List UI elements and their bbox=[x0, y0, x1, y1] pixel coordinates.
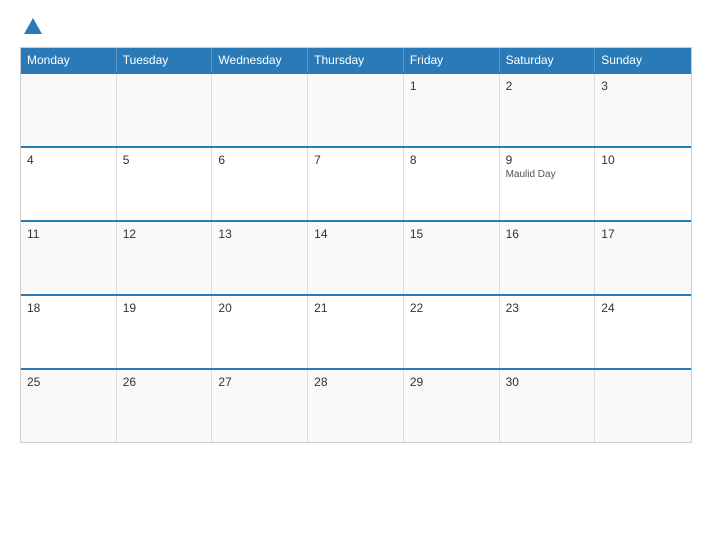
calendar-cell: 24 bbox=[595, 296, 691, 368]
header-cell-sunday: Sunday bbox=[595, 48, 691, 72]
calendar-cell: 9 Maulid Day bbox=[500, 148, 596, 220]
calendar-cell: 11 bbox=[21, 222, 117, 294]
header-cell-thursday: Thursday bbox=[308, 48, 404, 72]
day-number: 5 bbox=[123, 153, 206, 167]
calendar-cell: 1 bbox=[404, 74, 500, 146]
calendar-cell: 28 bbox=[308, 370, 404, 442]
calendar-week-2: 456789 Maulid Day 10 bbox=[21, 146, 691, 220]
day-number: 26 bbox=[123, 375, 206, 389]
calendar-cell: 27 bbox=[212, 370, 308, 442]
day-number: 4 bbox=[27, 153, 110, 167]
calendar-cell: 16 bbox=[500, 222, 596, 294]
calendar-cell: 8 bbox=[404, 148, 500, 220]
calendar-cell: 23 bbox=[500, 296, 596, 368]
calendar-cell: 2 bbox=[500, 74, 596, 146]
calendar-cell: 13 bbox=[212, 222, 308, 294]
calendar-cell: 20 bbox=[212, 296, 308, 368]
calendar-cell: 19 bbox=[117, 296, 213, 368]
day-number: 13 bbox=[218, 227, 301, 241]
day-number: 30 bbox=[506, 375, 589, 389]
calendar-cell: 14 bbox=[308, 222, 404, 294]
day-number: 12 bbox=[123, 227, 206, 241]
day-number: 19 bbox=[123, 301, 206, 315]
calendar-page: MondayTuesdayWednesdayThursdayFridaySatu… bbox=[0, 0, 712, 550]
day-number: 3 bbox=[601, 79, 685, 93]
calendar-cell: 15 bbox=[404, 222, 500, 294]
calendar-header-row: MondayTuesdayWednesdayThursdayFridaySatu… bbox=[21, 48, 691, 72]
calendar-week-4: 18 19 20 21 22 23 24 bbox=[21, 294, 691, 368]
calendar-cell bbox=[117, 74, 213, 146]
calendar-cell bbox=[308, 74, 404, 146]
day-number: 23 bbox=[506, 301, 589, 315]
header-cell-saturday: Saturday bbox=[500, 48, 596, 72]
calendar-week-3: 11 12 13 14 15 16 17 bbox=[21, 220, 691, 294]
calendar-cell: 30 bbox=[500, 370, 596, 442]
calendar-cell: 22 bbox=[404, 296, 500, 368]
day-number: 1 bbox=[410, 79, 493, 93]
day-number: 22 bbox=[410, 301, 493, 315]
page-header bbox=[20, 15, 692, 37]
day-number: 14 bbox=[314, 227, 397, 241]
holiday-label: Maulid Day bbox=[506, 169, 589, 180]
day-number: 11 bbox=[27, 227, 110, 241]
calendar-cell bbox=[212, 74, 308, 146]
day-number: 10 bbox=[601, 153, 685, 167]
calendar-grid: MondayTuesdayWednesdayThursdayFridaySatu… bbox=[20, 47, 692, 443]
calendar-cell: 4 bbox=[21, 148, 117, 220]
day-number: 27 bbox=[218, 375, 301, 389]
day-number: 2 bbox=[506, 79, 589, 93]
calendar-cell: 10 bbox=[595, 148, 691, 220]
calendar-cell: 6 bbox=[212, 148, 308, 220]
calendar-cell: 21 bbox=[308, 296, 404, 368]
calendar-cell bbox=[21, 74, 117, 146]
day-number: 6 bbox=[218, 153, 301, 167]
header-cell-wednesday: Wednesday bbox=[212, 48, 308, 72]
day-number: 8 bbox=[410, 153, 493, 167]
calendar-cell: 29 bbox=[404, 370, 500, 442]
calendar-cell: 3 bbox=[595, 74, 691, 146]
day-number: 7 bbox=[314, 153, 397, 167]
header-cell-monday: Monday bbox=[21, 48, 117, 72]
day-number: 25 bbox=[27, 375, 110, 389]
day-number: 29 bbox=[410, 375, 493, 389]
day-number: 9 bbox=[506, 153, 589, 167]
day-number: 28 bbox=[314, 375, 397, 389]
day-number: 21 bbox=[314, 301, 397, 315]
calendar-week-5: 25 26 27 28 29 30 bbox=[21, 368, 691, 442]
calendar-cell: 25 bbox=[21, 370, 117, 442]
calendar-cell: 5 bbox=[117, 148, 213, 220]
calendar-week-1: 123 bbox=[21, 72, 691, 146]
day-number: 18 bbox=[27, 301, 110, 315]
calendar-cell bbox=[595, 370, 691, 442]
day-number: 15 bbox=[410, 227, 493, 241]
header-cell-tuesday: Tuesday bbox=[117, 48, 213, 72]
day-number: 20 bbox=[218, 301, 301, 315]
calendar-cell: 7 bbox=[308, 148, 404, 220]
day-number: 24 bbox=[601, 301, 685, 315]
calendar-cell: 12 bbox=[117, 222, 213, 294]
calendar-cell: 17 bbox=[595, 222, 691, 294]
day-number: 17 bbox=[601, 227, 685, 241]
logo-icon bbox=[22, 15, 44, 37]
header-cell-friday: Friday bbox=[404, 48, 500, 72]
day-number: 16 bbox=[506, 227, 589, 241]
calendar-cell: 18 bbox=[21, 296, 117, 368]
logo bbox=[20, 15, 44, 37]
calendar-cell: 26 bbox=[117, 370, 213, 442]
